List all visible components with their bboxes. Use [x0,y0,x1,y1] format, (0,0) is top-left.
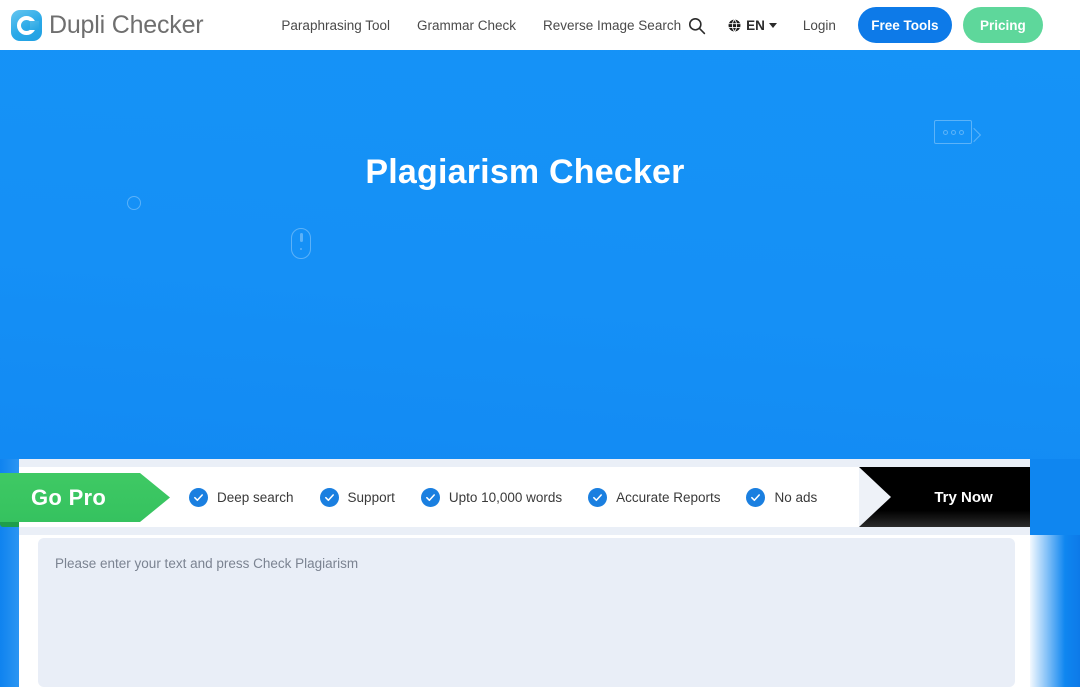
go-pro-button[interactable]: Go Pro [0,473,170,522]
feature-label: No ads [774,489,818,505]
login-link[interactable]: Login [803,18,836,33]
feature-item-no-ads: No ads [746,487,818,507]
feature-item-deep-search: Deep search [189,487,294,507]
right-blue-fade [1030,535,1080,687]
feature-item-accurate-reports: Accurate Reports [588,487,721,507]
site-header: Dupli Checker Paraphrasing Tool Grammar … [0,0,1080,50]
feature-item-word-limit: Upto 10,000 words [420,487,563,507]
circle-outline-icon [127,196,141,210]
pricing-button[interactable]: Pricing [962,7,1043,43]
logo-text: Dupli Checker [49,10,204,39]
feature-label: Deep search [217,489,294,505]
language-code: EN [746,17,765,33]
check-circle-icon [189,487,208,507]
nav-item-paraphrasing-tool[interactable]: Paraphrasing Tool [281,18,390,33]
nav-item-reverse-image-search[interactable]: Reverse Image Search [543,18,681,33]
chevron-down-icon [768,22,777,28]
free-tools-button[interactable]: Free Tools [857,7,952,43]
globe-icon [728,18,741,32]
main-nav: Paraphrasing Tool Grammar Check Reverse … [281,18,681,33]
go-pro-label: Go Pro [31,484,107,510]
feature-label: Accurate Reports [616,489,721,505]
check-circle-icon [420,487,440,507]
search-icon[interactable] [681,10,711,40]
editor-placeholder: Please enter your text and press Check P… [55,556,359,571]
try-now-button[interactable]: Try Now [897,467,1030,527]
nav-item-grammar-check[interactable]: Grammar Check [417,18,516,33]
feature-label: Support [347,489,395,505]
feature-label: Upto 10,000 words [448,489,563,505]
chat-bubble-outline-icon [934,120,972,144]
check-circle-icon [746,487,766,507]
logo[interactable]: Dupli Checker [11,9,204,41]
feature-list: Deep search Support Upto 10,000 words Ac… [189,467,817,527]
plagiarism-text-input[interactable]: Please enter your text and press Check P… [38,538,1015,687]
feature-item-support: Support [319,487,395,507]
right-blue-strip [1030,459,1080,535]
mouse-outline-icon [291,228,311,259]
page-title: Plagiarism Checker [365,153,685,191]
header-actions: EN Login Free Tools Pricing [681,7,1043,43]
check-circle-icon [588,487,608,507]
check-circle-icon [319,487,339,507]
language-selector[interactable]: EN [727,18,777,33]
duplichecker-logo-icon [11,9,42,41]
go-pro-banner: Try Now Go Pro Deep search Support Upto … [0,459,1030,535]
